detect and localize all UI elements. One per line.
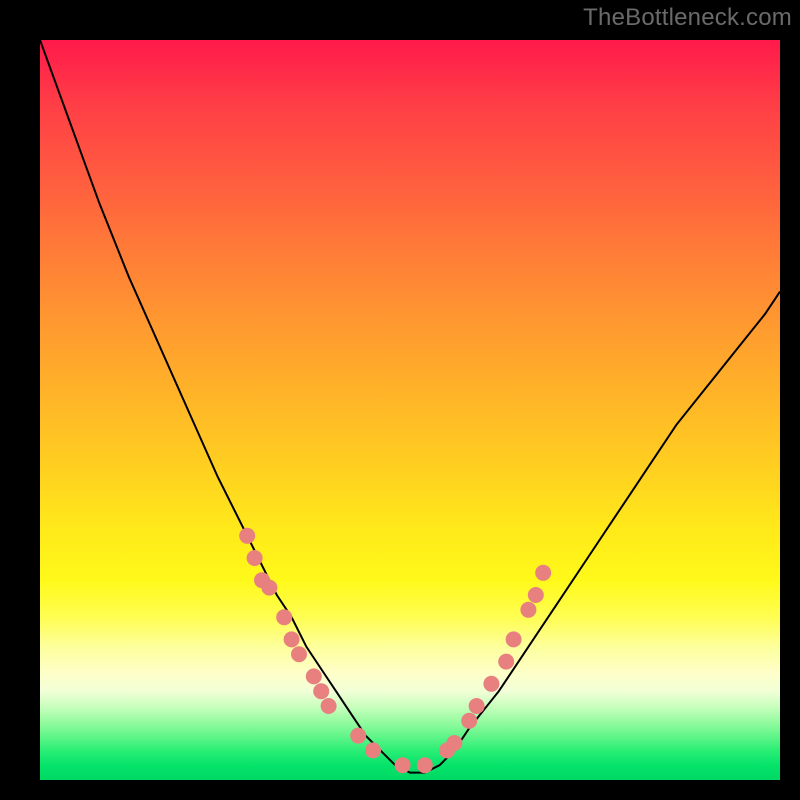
data-point	[483, 676, 499, 692]
data-point	[239, 528, 255, 544]
data-point	[498, 654, 514, 670]
data-point	[535, 565, 551, 581]
data-point	[417, 757, 433, 773]
data-point	[528, 587, 544, 603]
data-point	[306, 668, 322, 684]
data-point	[284, 631, 300, 647]
data-point	[506, 631, 522, 647]
chart-frame: TheBottleneck.com	[0, 0, 800, 800]
curve-layer	[40, 40, 780, 780]
data-point	[313, 683, 329, 699]
data-point	[261, 580, 277, 596]
data-points-left	[239, 528, 381, 759]
data-point	[520, 602, 536, 618]
bottleneck-curve	[40, 40, 780, 773]
watermark-text: TheBottleneck.com	[583, 4, 792, 32]
data-point	[395, 757, 411, 773]
data-point	[276, 609, 292, 625]
data-point	[321, 698, 337, 714]
data-point	[350, 728, 366, 744]
data-point	[461, 713, 477, 729]
data-point	[365, 742, 381, 758]
data-point	[469, 698, 485, 714]
data-points-right	[395, 565, 552, 773]
data-point	[291, 646, 307, 662]
data-point	[247, 550, 263, 566]
plot-area	[40, 40, 780, 780]
data-point	[446, 735, 462, 751]
